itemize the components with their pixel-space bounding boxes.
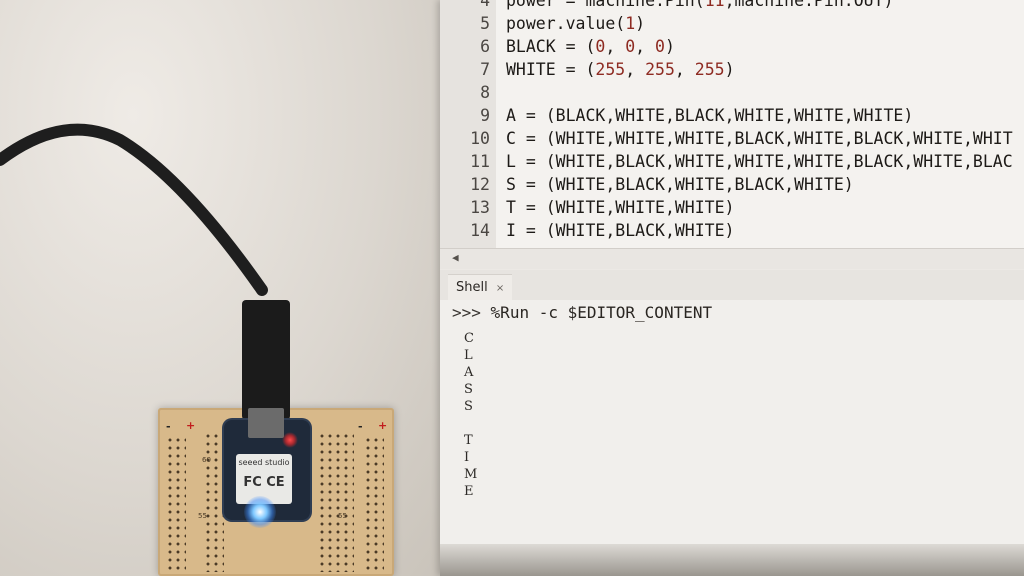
line-number: 8 — [480, 83, 490, 102]
code-text: power.value(1) — [506, 14, 646, 33]
line-number: 4 — [480, 0, 490, 10]
line-number: 12 — [470, 175, 490, 194]
code-text: I = (WHITE,BLACK,WHITE) — [506, 221, 735, 240]
usb-c-plug — [242, 300, 290, 420]
output-line: I — [464, 450, 470, 465]
blue-status-led — [244, 496, 276, 528]
rail-plus-label-right: + — [378, 419, 388, 432]
tab-shell-label: Shell — [456, 280, 488, 295]
code-text: power = machine.Pin(11,machine.Pin.OUT) — [506, 0, 894, 10]
line-number: 13 — [470, 198, 490, 217]
code-line[interactable]: 6 BLACK = (0, 0, 0) — [440, 35, 1024, 58]
power-rail-left — [166, 436, 186, 572]
code-text: C = (WHITE,WHITE,WHITE,BLACK,WHITE,BLACK… — [506, 129, 1013, 148]
horizontal-scrollbar[interactable]: ◀ — [440, 248, 1024, 269]
line-number: 11 — [470, 152, 490, 171]
shell-console[interactable]: >>> %Run -c $EDITOR_CONTENT CLASSTIME — [440, 300, 1024, 544]
code-editor[interactable]: 4 power = machine.Pin(11,machine.Pin.OUT)… — [440, 0, 1024, 248]
terminal-strip-left — [204, 432, 224, 572]
line-number: 7 — [480, 60, 490, 79]
line-number: 5 — [480, 14, 490, 33]
code-line[interactable]: 8 — [440, 81, 1024, 104]
output-line: M — [464, 467, 478, 482]
red-power-led — [282, 432, 298, 448]
output-line: E — [464, 484, 474, 499]
code-line[interactable]: 10 C = (WHITE,WHITE,WHITE,BLACK,WHITE,BLA… — [440, 127, 1024, 150]
code-line[interactable]: 14 I = (WHITE,BLACK,WHITE) — [440, 219, 1024, 242]
usb-c-connector — [248, 408, 284, 438]
output-line: S — [464, 399, 473, 414]
code-text: L = (WHITE,BLACK,WHITE,WHITE,WHITE,BLACK… — [506, 152, 1013, 171]
rail-plus-label: + — [186, 419, 196, 432]
code-line[interactable]: 7 WHITE = (255, 255, 255) — [440, 58, 1024, 81]
rail-minus-label-right: - — [358, 420, 363, 433]
output-line: A — [464, 365, 474, 380]
tab-shell[interactable]: Shell × — [448, 274, 513, 301]
output-line: C — [464, 331, 474, 346]
scroll-left-arrow-icon[interactable]: ◀ — [452, 251, 459, 264]
shell-output: CLASSTIME — [464, 330, 504, 500]
mcu-cert-marks: FC CE — [243, 475, 285, 490]
code-text: WHITE = (255, 255, 255) — [506, 60, 735, 79]
line-number: 10 — [470, 129, 490, 148]
shell-command-line: >>> %Run -c $EDITOR_CONTENT — [452, 302, 712, 324]
code-line[interactable]: 4 power = machine.Pin(11,machine.Pin.OUT) — [440, 0, 1024, 12]
code-text: T = (WHITE,WHITE,WHITE) — [506, 198, 735, 217]
code-line[interactable]: 5 power.value(1) — [440, 12, 1024, 35]
output-line: S — [464, 382, 473, 397]
monitor-bezel — [440, 544, 1024, 576]
output-line: T — [464, 433, 473, 448]
line-number: 9 — [480, 106, 490, 125]
thonny-ide-window: 4 power = machine.Pin(11,machine.Pin.OUT)… — [440, 0, 1024, 576]
code-line[interactable]: 13 T = (WHITE,WHITE,WHITE) — [440, 196, 1024, 219]
output-line: L — [464, 348, 473, 363]
shell-tab-bar: Shell × — [440, 270, 1024, 301]
line-number: 6 — [480, 37, 490, 56]
code-line[interactable]: 11 L = (WHITE,BLACK,WHITE,WHITE,WHITE,BLA… — [440, 150, 1024, 173]
shell-prompt: >>> — [452, 303, 481, 322]
terminal-strip-right — [318, 432, 354, 572]
line-number: 14 — [470, 221, 490, 240]
code-text: S = (WHITE,BLACK,WHITE,BLACK,WHITE) — [506, 175, 854, 194]
power-rail-right — [364, 436, 384, 572]
close-icon[interactable]: × — [496, 283, 504, 294]
rail-minus-label: - — [166, 420, 171, 433]
code-line[interactable]: 9 A = (BLACK,WHITE,BLACK,WHITE,WHITE,WHIT… — [440, 104, 1024, 127]
code-line[interactable]: 12 S = (WHITE,BLACK,WHITE,BLACK,WHITE) — [440, 173, 1024, 196]
mcu-brand: seeed studio — [238, 458, 290, 467]
shell-command: %Run -c $EDITOR_CONTENT — [490, 303, 713, 322]
code-text: BLACK = (0, 0, 0) — [506, 37, 675, 56]
code-text: A = (BLACK,WHITE,BLACK,WHITE,WHITE,WHITE… — [506, 106, 914, 125]
